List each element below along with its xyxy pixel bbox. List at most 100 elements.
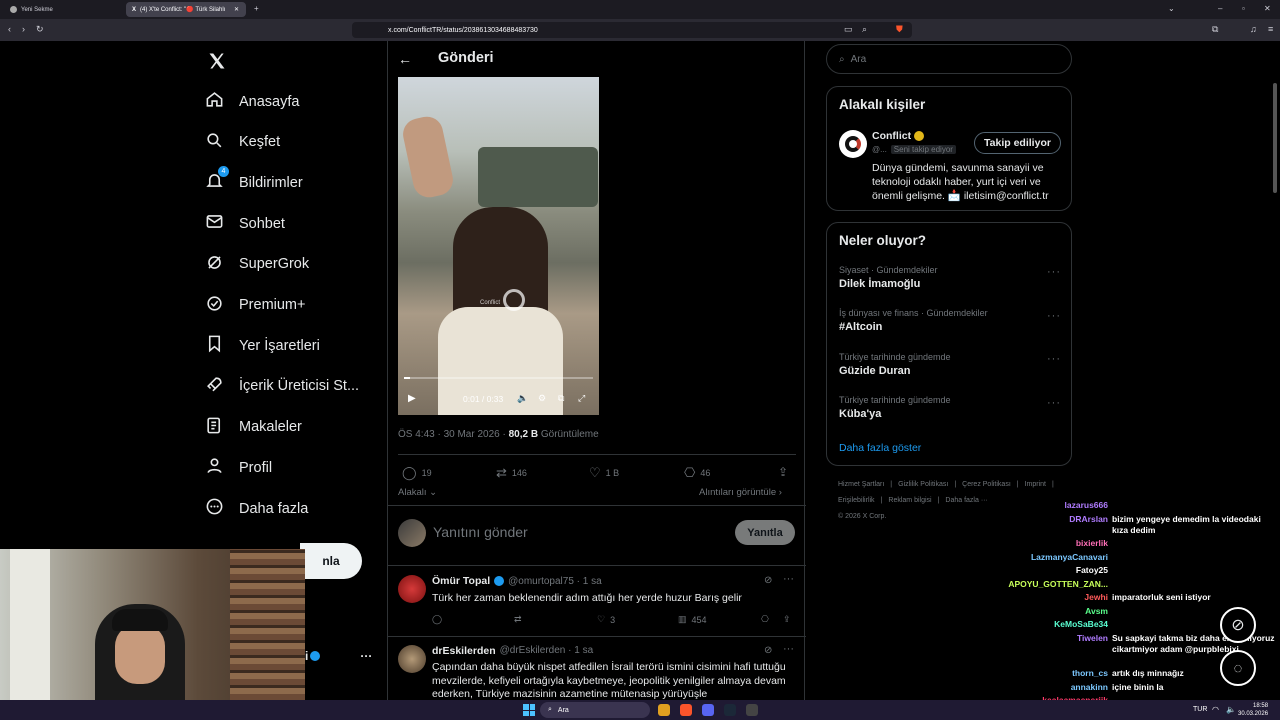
page-scrollbar[interactable]	[1273, 83, 1277, 193]
video-player[interactable]: Conflict ▶ 0:01 / 0:33 🔈 ⚙ ⧉ ⤢	[398, 77, 599, 415]
account-switcher[interactable]: i ···	[305, 649, 372, 663]
footer-link[interactable]: Gizlilik Politikası	[898, 481, 948, 488]
maximize-icon[interactable]: ▫	[1242, 4, 1245, 13]
list-tabs-icon[interactable]: ⌄	[1168, 4, 1175, 13]
sidebar-item-verified[interactable]: Premium+	[205, 294, 305, 317]
back-arrow-icon[interactable]: ←	[398, 51, 412, 67]
language-indicator[interactable]: TUR	[1193, 706, 1207, 713]
reply-author[interactable]: Ömür Topal	[432, 575, 490, 587]
like-action[interactable]: ♡ 1 B	[589, 465, 619, 481]
grok-float-icon[interactable]: ⊘	[1220, 607, 1256, 643]
chat-username[interactable]: Avsm	[1085, 606, 1108, 617]
sidebar-item-person[interactable]: Profil	[205, 456, 272, 479]
search-input[interactable]: ⌕ Ara	[826, 44, 1072, 74]
chat-username[interactable]: lazarus666	[1065, 500, 1108, 511]
footer-link[interactable]: Reklam bilgisi	[888, 497, 931, 504]
related-name[interactable]: Conflict	[872, 130, 911, 142]
video-progress[interactable]	[404, 377, 593, 379]
reload-icon[interactable]: ↻	[36, 24, 44, 35]
share-action[interactable]: ⇪	[783, 614, 791, 625]
fullscreen-icon[interactable]: ⤢	[578, 393, 585, 404]
chat-username[interactable]: annakinn	[1071, 682, 1108, 693]
like-action[interactable]: ♡ 3	[597, 614, 615, 625]
chat-username[interactable]: LazmanyaCanavari	[1031, 552, 1108, 563]
chat-username[interactable]: KeMoSaBe34	[1054, 619, 1108, 630]
sidebar-item-bookmark[interactable]: Yer İşaretleri	[205, 334, 320, 357]
avatar[interactable]	[398, 575, 426, 603]
views-action[interactable]: ▥ 454	[678, 614, 707, 625]
trend-item[interactable]: İş dünyası ve finans · Gündemdekiler #Alt…	[839, 308, 1069, 333]
avatar[interactable]	[398, 519, 426, 547]
post-time[interactable]: ÖS 4:43 · 30 Mar 2026 ·	[398, 429, 506, 440]
reader-icon[interactable]: ▭	[844, 24, 853, 35]
brave-shield-icon[interactable]: ⛊	[896, 24, 903, 35]
more-dots-icon[interactable]: ···	[1047, 310, 1061, 322]
sidebar-item-search[interactable]: Keşfet	[205, 131, 280, 154]
reply-author[interactable]: drEskilerden	[432, 645, 496, 657]
avatar[interactable]	[839, 130, 867, 158]
chat-username[interactable]: DRArslan	[1069, 514, 1108, 536]
more-dots-icon[interactable]: ···	[1047, 397, 1061, 409]
sidebar-item-rocket[interactable]: İçerik Üreticisi St...	[205, 375, 359, 398]
zoom-icon[interactable]: ⌕	[862, 24, 867, 35]
trend-item[interactable]: Siyaset · Gündemdekiler Dilek İmamoğlu	[839, 265, 1069, 290]
reply-tweet[interactable]: Ömür Topal @omurtopal75 · 1 sa ⊘ ··· Tür…	[388, 566, 806, 636]
menu-icon[interactable]: ≡	[1268, 24, 1273, 34]
tab-conflict[interactable]: X (4) X'te Conflict: "🔴 Türk Silahlı ✕	[126, 2, 246, 17]
close-window-icon[interactable]: ✕	[1264, 4, 1271, 13]
settings-icon[interactable]: ⚙	[538, 393, 546, 404]
sidebar-item-grok[interactable]: SuperGrok	[205, 253, 309, 276]
windows-start-icon[interactable]	[523, 704, 535, 716]
play-icon[interactable]: ▶	[408, 393, 416, 404]
music-icon[interactable]: ♫	[1250, 24, 1257, 34]
chat-username[interactable]: thorn_cs	[1072, 668, 1108, 679]
following-button[interactable]: Takip ediliyor	[974, 132, 1061, 154]
sidebar-item-bell[interactable]: 4 Bildirimler	[205, 166, 303, 194]
more-dots-icon[interactable]: ···	[783, 573, 794, 585]
sidebar-item-home[interactable]: Anasayfa	[205, 90, 299, 113]
footer-link[interactable]: Imprint	[1025, 481, 1046, 488]
reply-input[interactable]: Yanıtını gönder	[433, 524, 528, 540]
share-action[interactable]: ⇪	[778, 465, 788, 479]
folder-icon[interactable]	[658, 704, 670, 716]
quotes-link[interactable]: Alıntıları görüntüle ›	[699, 487, 782, 498]
grok-icon[interactable]: ⊘	[764, 645, 772, 656]
bookmark-action[interactable]: ⎔ 46	[684, 465, 710, 481]
sidebar-item-article[interactable]: Makaleler	[205, 416, 302, 439]
repost-action[interactable]: ⇄ 146	[496, 465, 527, 481]
more-dots-icon[interactable]: ···	[1047, 353, 1061, 365]
reply-submit-button[interactable]: Yanıtla	[735, 520, 795, 545]
clock[interactable]: 18:58 30.03.2026	[1238, 702, 1268, 718]
sidebar-item-more-circle[interactable]: Daha fazla	[205, 497, 308, 520]
chat-username[interactable]: Tiwelen	[1077, 633, 1108, 655]
footer-link[interactable]: Hizmet Şartları	[838, 481, 884, 488]
trend-item[interactable]: Türkiye tarihinde gündemde Güzide Duran	[839, 352, 1069, 377]
brave-icon[interactable]	[680, 704, 692, 716]
repost-action[interactable]: ⇄	[514, 614, 522, 625]
extensions-icon[interactable]: ⧉	[1212, 24, 1218, 35]
chat-username[interactable]: APOYU_GOTTEN_ZAN...	[1008, 579, 1108, 590]
close-tab-icon[interactable]: ✕	[234, 6, 239, 13]
chat-username[interactable]: Jewhi	[1084, 592, 1108, 603]
reply-tweet[interactable]: drEskilerden @drEskilerden · 1 sa ⊘ ··· …	[388, 637, 806, 700]
chat-username[interactable]: bixierlik	[1076, 538, 1108, 549]
chat-username[interactable]: Fatoy25	[1076, 565, 1108, 576]
footer-link[interactable]: Çerez Politikası	[962, 481, 1011, 488]
steam-icon[interactable]	[724, 704, 736, 716]
speaker-icon[interactable]: 🔈	[1226, 705, 1236, 714]
wifi-icon[interactable]: ◠	[1212, 705, 1219, 714]
x-logo-icon[interactable]	[207, 51, 227, 76]
reply-action[interactable]: ◯	[432, 614, 442, 625]
address-bar[interactable]: x.com/ConflictTR/status/2038613034688483…	[352, 22, 912, 38]
trend-item[interactable]: Türkiye tarihinde gündemde Küba'ya	[839, 395, 1069, 420]
post-button[interactable]: nla	[300, 543, 362, 579]
new-tab-icon[interactable]: +	[254, 4, 259, 13]
reply-action[interactable]: ◯ 19	[402, 465, 432, 481]
minimize-icon[interactable]: –	[1218, 4, 1222, 13]
grok-icon[interactable]: ⊘	[764, 575, 772, 586]
back-icon[interactable]: ‹	[8, 24, 11, 34]
footer-link[interactable]: Daha fazla ···	[945, 497, 987, 504]
obs-icon[interactable]	[746, 704, 758, 716]
bookmark-action[interactable]: ⎔	[761, 614, 769, 625]
avatar[interactable]	[398, 645, 426, 673]
